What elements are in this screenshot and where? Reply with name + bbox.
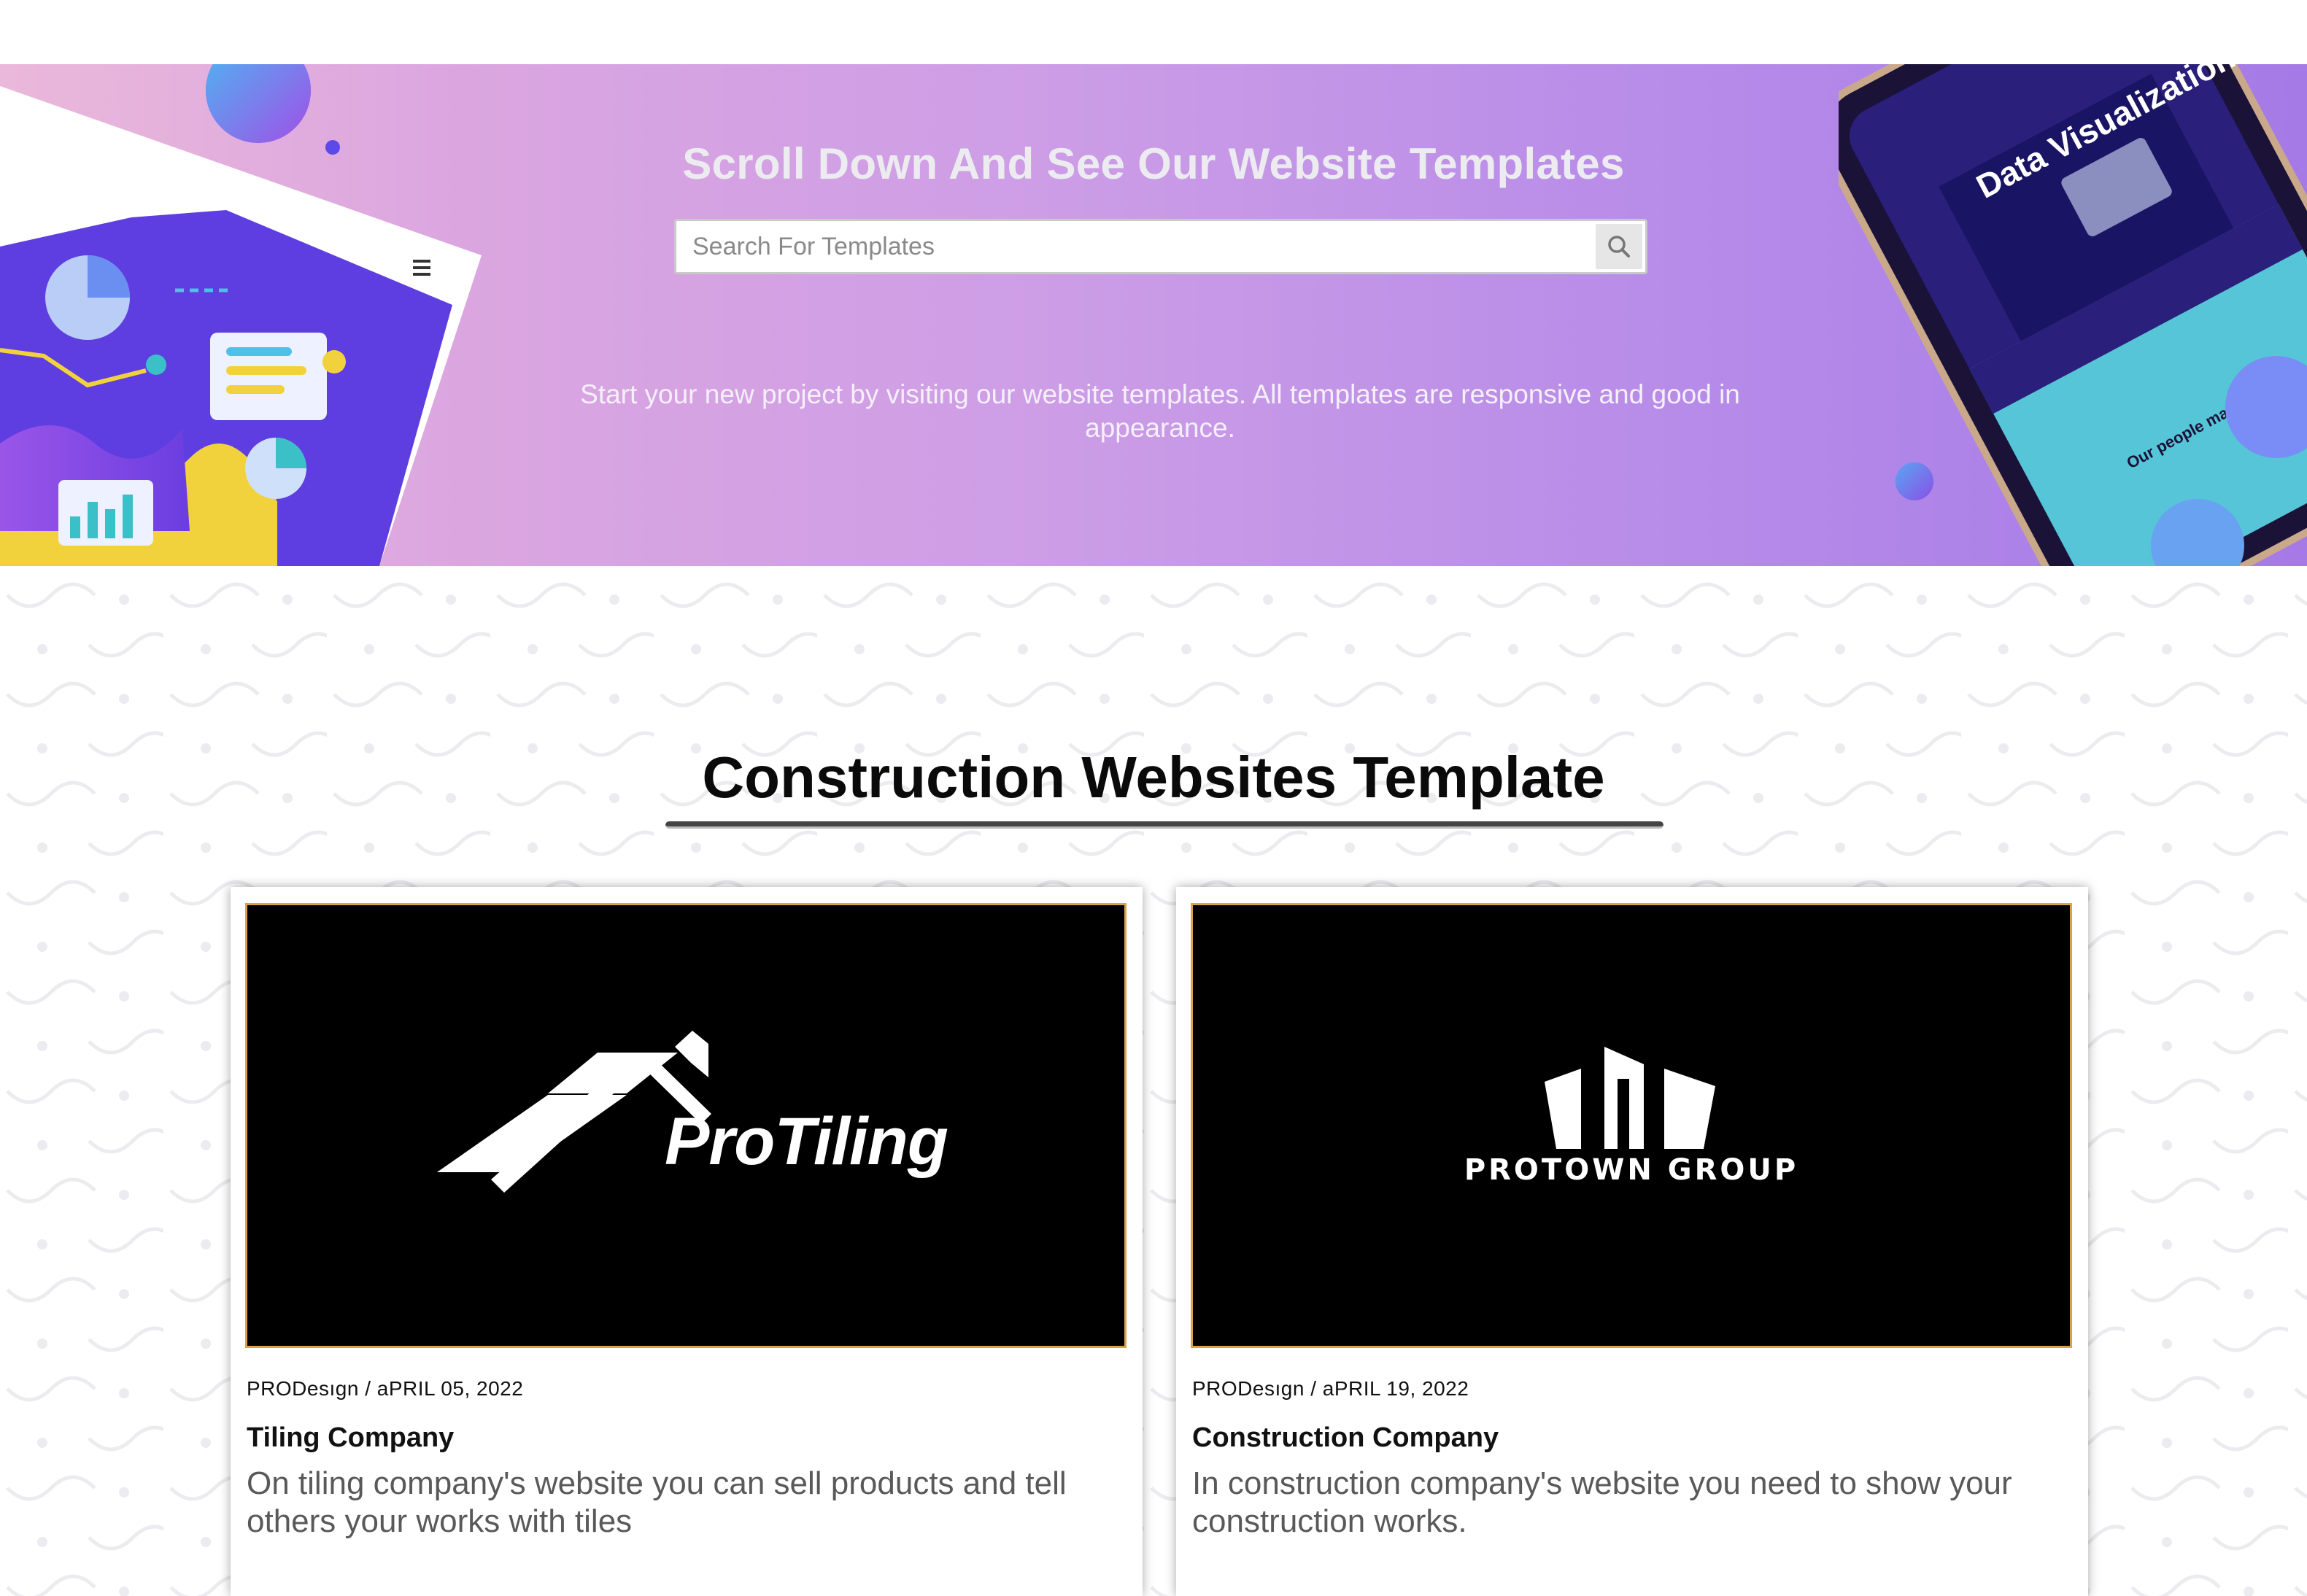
search-button[interactable] <box>1596 224 1642 269</box>
search-bar <box>674 219 1647 274</box>
search-icon <box>1608 236 1630 257</box>
title-underline <box>665 821 1663 829</box>
menu-icon <box>413 260 430 276</box>
card-date: aPRIL 19, 2022 <box>1322 1377 1469 1400</box>
card-title[interactable]: Construction Company <box>1192 1422 1499 1454</box>
hero-description: Start your new project by visiting our w… <box>580 379 1740 443</box>
card-logo-text: ProTiling <box>665 1104 948 1179</box>
card-date: aPRIL 05, 2022 <box>376 1377 524 1400</box>
section-title: Construction Websites Template <box>702 745 1605 810</box>
card-logo-text: PROTOWN GROUP <box>1464 1153 1799 1187</box>
card-author[interactable]: PRODesıgn <box>1192 1377 1305 1400</box>
card-thumbnail[interactable]: PROTOWN GROUP <box>1191 903 2072 1348</box>
search-input[interactable] <box>676 221 1597 272</box>
template-card[interactable]: PROTOWN GROUP PRODesıgn / aPRIL 19, 2022… <box>1176 887 2088 1596</box>
card-excerpt: In construction company's website you ne… <box>1192 1465 2012 1539</box>
template-card[interactable]: ProTiling PRODesıgn / aPRIL 05, 2022 Til… <box>231 887 1143 1596</box>
building-logo-icon <box>1545 1047 1715 1149</box>
card-meta: PRODesıgn / aPRIL 05, 2022 <box>247 1377 524 1400</box>
hero-title: Scroll Down And See Our Website Template… <box>682 139 1625 188</box>
top-bar <box>0 0 2307 64</box>
card-thumbnail[interactable]: ProTiling <box>245 903 1127 1348</box>
card-author[interactable]: PRODesıgn <box>247 1377 359 1400</box>
card-excerpt: On tiling company's website you can sell… <box>247 1465 1067 1539</box>
card-meta: PRODesıgn / aPRIL 19, 2022 <box>1192 1377 1469 1400</box>
card-title[interactable]: Tiling Company <box>247 1422 454 1454</box>
hero-banner: Data Visualization Our people make Scrol… <box>0 64 2307 566</box>
